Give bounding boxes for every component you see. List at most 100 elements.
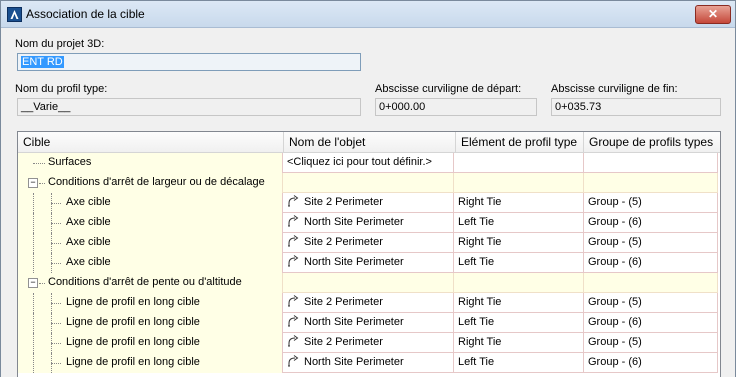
target-label: Conditions d'arrêt de largeur ou de déca… xyxy=(48,176,265,188)
object-name-text: North Site Perimeter xyxy=(304,216,404,228)
object-name-text: North Site Perimeter xyxy=(304,356,404,368)
category-row[interactable]: − Conditions d'arrêt de largeur ou de déc… xyxy=(18,173,720,193)
link-arrow-icon xyxy=(287,215,304,228)
header-group[interactable]: Groupe de profils types xyxy=(584,132,720,152)
object-name-cell[interactable] xyxy=(282,173,454,193)
subassembly-cell xyxy=(454,173,584,193)
object-name-text: North Site Perimeter xyxy=(304,256,404,268)
header-target[interactable]: Cible xyxy=(18,132,284,152)
target-cell: Axe cible xyxy=(18,213,282,233)
close-button[interactable]: ✕ xyxy=(695,5,731,24)
target-label: Axe cible xyxy=(66,236,111,248)
tree-connector xyxy=(51,203,61,204)
subassembly-cell: Right Tie xyxy=(454,293,584,313)
target-cell: Axe cible xyxy=(18,253,282,273)
target-label: Axe cible xyxy=(66,256,111,268)
project-name-value: ENT RD xyxy=(21,56,64,68)
object-name-text: Site 2 Perimeter xyxy=(304,236,383,248)
tree-connector xyxy=(33,233,34,253)
subassembly-cell: Left Tie xyxy=(454,253,584,273)
title-bar[interactable]: Association de la cible ✕ xyxy=(1,1,735,28)
end-station-field: 0+035.73 xyxy=(551,98,721,116)
project-name-field[interactable]: ENT RD xyxy=(17,53,361,71)
target-cell: Ligne de profil en long cible xyxy=(18,313,282,333)
target-cell: − Conditions d'arrêt de pente ou d'altitu… xyxy=(18,273,282,293)
profile-label: Nom du profil type: xyxy=(15,83,108,95)
group-cell xyxy=(584,173,718,193)
object-name-cell[interactable]: Site 2 Perimeter xyxy=(282,333,454,353)
window-title: Association de la cible xyxy=(26,7,145,21)
tree-connector xyxy=(51,243,61,244)
header-subassembly[interactable]: Elément de profil type xyxy=(456,132,584,152)
table-row[interactable]: Ligne de profil en long cible North Site … xyxy=(18,313,720,333)
group-cell: Group - (6) xyxy=(584,253,718,273)
collapse-minus-icon[interactable]: − xyxy=(28,178,38,188)
table-row[interactable]: Ligne de profil en long cible Site 2 Peri… xyxy=(18,333,720,353)
object-name-cell[interactable]: Site 2 Perimeter xyxy=(282,193,454,213)
tree-connector xyxy=(51,323,61,324)
target-label: Axe cible xyxy=(66,216,111,228)
tree-connector xyxy=(51,363,61,364)
target-cell: − Conditions d'arrêt de largeur ou de déc… xyxy=(18,173,282,193)
subassembly-cell: Left Tie xyxy=(454,353,584,373)
link-arrow-icon xyxy=(287,195,304,208)
table-row[interactable]: Axe cible North Site Perimeter Left Tie Gro… xyxy=(18,253,720,273)
table-row[interactable]: Axe cible North Site Perimeter Left Tie Gro… xyxy=(18,213,720,233)
start-station-field: 0+000.00 xyxy=(375,98,537,116)
collapse-minus-icon[interactable]: − xyxy=(28,278,38,288)
target-label: Ligne de profil en long cible xyxy=(66,336,200,348)
tree-connector xyxy=(33,193,34,213)
object-name-cell[interactable] xyxy=(282,273,454,293)
tree-connector xyxy=(33,253,34,273)
group-cell: Group - (5) xyxy=(584,293,718,313)
object-name-text: Site 2 Perimeter xyxy=(304,196,383,208)
group-cell: Group - (5) xyxy=(584,333,718,353)
object-name-cell[interactable]: <Cliquez ici pour tout définir.> xyxy=(282,153,454,173)
subassembly-cell: Left Tie xyxy=(454,213,584,233)
target-label: Surfaces xyxy=(48,156,92,168)
object-name-cell[interactable]: Site 2 Perimeter xyxy=(282,293,454,313)
link-arrow-icon xyxy=(287,235,304,248)
group-cell: Group - (6) xyxy=(584,353,718,373)
target-cell: Ligne de profil en long cible xyxy=(18,353,282,373)
link-arrow-icon xyxy=(287,295,304,308)
table-row[interactable]: Ligne de profil en long cible North Site … xyxy=(18,353,720,373)
object-name-cell[interactable]: North Site Perimeter xyxy=(282,253,454,273)
end-station-label: Abscisse curviligne de fin: xyxy=(551,83,678,95)
table-row[interactable]: Surfaces <Cliquez ici pour tout définir.> xyxy=(18,153,720,173)
object-name-cell[interactable]: North Site Perimeter xyxy=(282,353,454,373)
tree-connector xyxy=(39,283,45,284)
tree-connector xyxy=(33,353,34,373)
tree-connector xyxy=(51,263,61,264)
profile-name-field: __Varie__ xyxy=(17,98,361,116)
project-label: Nom du projet 3D: xyxy=(15,38,105,50)
subassembly-cell: Right Tie xyxy=(454,193,584,213)
table-row[interactable]: Axe cible Site 2 Perimeter Right Tie Group … xyxy=(18,193,720,213)
table-row[interactable]: Axe cible Site 2 Perimeter Right Tie Group … xyxy=(18,233,720,253)
dialog-window: Association de la cible ✕ Nom du projet … xyxy=(0,0,736,377)
start-station-label: Abscisse curviligne de départ: xyxy=(375,83,522,95)
tree-connector xyxy=(33,163,45,164)
tree-connector xyxy=(51,303,61,304)
object-name-cell[interactable]: Site 2 Perimeter xyxy=(282,233,454,253)
header-object-name[interactable]: Nom de l'objet xyxy=(284,132,456,152)
subassembly-cell: Right Tie xyxy=(454,333,584,353)
target-mapping-grid[interactable]: Cible Nom de l'objet Elément de profil t… xyxy=(17,131,721,377)
object-name-cell[interactable]: North Site Perimeter xyxy=(282,313,454,333)
object-name-text: North Site Perimeter xyxy=(304,316,404,328)
object-name-text: Site 2 Perimeter xyxy=(304,336,383,348)
subassembly-cell: Left Tie xyxy=(454,313,584,333)
object-name-cell[interactable]: North Site Perimeter xyxy=(282,213,454,233)
object-name-text: <Cliquez ici pour tout définir.> xyxy=(287,156,432,168)
group-cell: Group - (5) xyxy=(584,233,718,253)
tree-connector xyxy=(33,333,34,353)
table-row[interactable]: Ligne de profil en long cible Site 2 Peri… xyxy=(18,293,720,313)
target-cell: Axe cible xyxy=(18,193,282,213)
subassembly-cell: Right Tie xyxy=(454,233,584,253)
grid-header: Cible Nom de l'objet Elément de profil t… xyxy=(18,132,720,153)
tree-connector xyxy=(51,343,61,344)
group-cell xyxy=(584,273,718,293)
category-row[interactable]: − Conditions d'arrêt de pente ou d'altitu… xyxy=(18,273,720,293)
target-cell: Surfaces xyxy=(18,153,282,173)
tree-connector xyxy=(51,223,61,224)
